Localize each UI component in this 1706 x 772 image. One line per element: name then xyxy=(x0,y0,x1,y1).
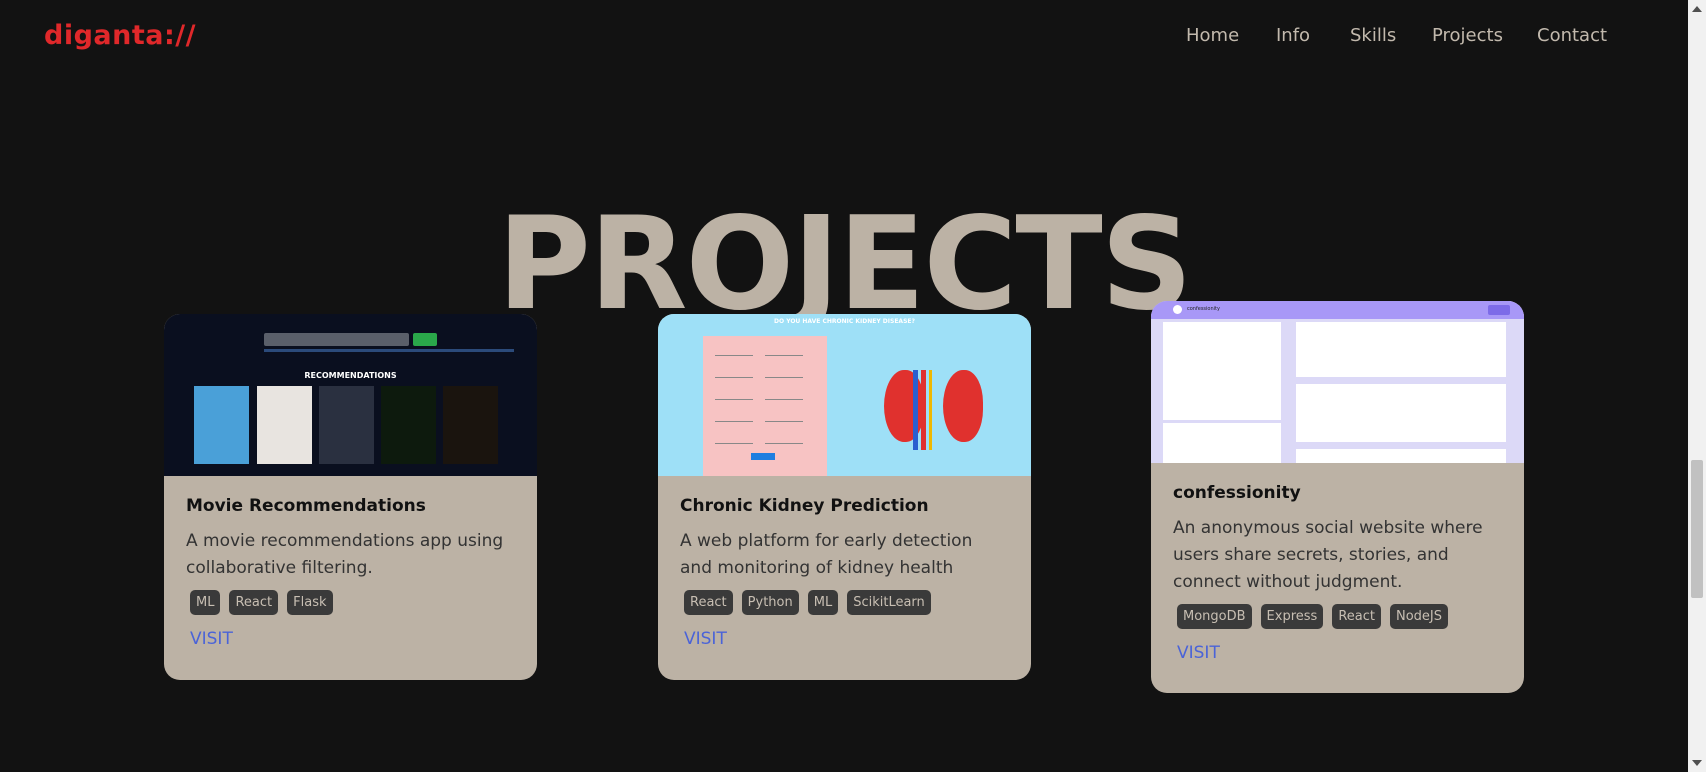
movie-poster xyxy=(319,386,374,464)
tag-badge: React xyxy=(684,590,733,615)
confess-signup-button xyxy=(1488,305,1510,315)
movie-poster xyxy=(257,386,312,464)
tag-badge: ML xyxy=(807,590,839,615)
project-description: An anonymous social website where users … xyxy=(1173,518,1483,592)
form-field xyxy=(715,414,753,422)
project-tags: React Python ML ScikitLearn xyxy=(684,590,1009,615)
project-card-movie: RECOMMENDATIONS Movie Recommendations A … xyxy=(164,314,537,680)
form-field xyxy=(715,348,753,356)
scroll-up-arrow-icon[interactable] xyxy=(1692,6,1702,12)
site-logo[interactable]: diganta:// xyxy=(44,20,196,51)
kidney-heading: DO YOU HAVE CHRONIC KIDNEY DISEASE? xyxy=(774,318,915,325)
project-title: Chronic Kidney Prediction xyxy=(680,496,929,516)
tag-badge: Python xyxy=(741,590,799,615)
scroll-down-arrow-icon[interactable] xyxy=(1692,760,1702,766)
project-thumbnail-kidney: DO YOU HAVE CHRONIC KIDNEY DISEASE? xyxy=(658,314,1031,476)
nav-contact[interactable]: Contact xyxy=(1537,25,1607,46)
tag-badge: React xyxy=(1332,604,1381,629)
confess-feed-item xyxy=(1296,384,1506,442)
tag-badge: Flask xyxy=(287,590,333,615)
tag-badge: NodeJS xyxy=(1389,604,1448,629)
nav-home[interactable]: Home xyxy=(1186,25,1239,46)
kidney-form xyxy=(703,336,827,476)
project-thumbnail-confessionity: confessionity xyxy=(1151,301,1524,463)
vessel xyxy=(921,370,926,450)
project-description: A web platform for early detection and m… xyxy=(680,531,973,578)
kidney-left-illustration xyxy=(884,370,924,442)
nav-projects[interactable]: Projects xyxy=(1432,25,1503,46)
tag-badge: Express xyxy=(1260,604,1324,629)
project-card-kidney: DO YOU HAVE CHRONIC KIDNEY DISEASE? Chro… xyxy=(658,314,1031,680)
tag-badge: React xyxy=(229,590,279,615)
movie-search-field xyxy=(264,333,409,346)
vessel xyxy=(913,370,918,450)
project-card-confessionity: confessionity confessionity An anonymous… xyxy=(1151,301,1524,693)
project-description: A movie recommendations app using collab… xyxy=(186,531,504,578)
confess-groups-panel xyxy=(1163,322,1281,420)
project-tags: MongoDB Express React NodeJS xyxy=(1177,604,1502,629)
project-tags: ML React Flask xyxy=(190,590,515,615)
tag-badge: ScikitLearn xyxy=(847,590,931,615)
form-field xyxy=(765,414,803,422)
movie-poster xyxy=(381,386,436,464)
kidney-submit xyxy=(751,453,775,460)
form-field xyxy=(715,370,753,378)
form-field xyxy=(765,348,803,356)
visit-link[interactable]: VISIT xyxy=(1177,643,1220,663)
scrollbar-thumb[interactable] xyxy=(1691,460,1703,598)
visit-link[interactable]: VISIT xyxy=(684,629,727,649)
movie-poster xyxy=(194,386,249,464)
confess-logo-icon xyxy=(1173,305,1182,314)
kidney-right-illustration xyxy=(943,370,983,442)
project-title: Movie Recommendations xyxy=(186,496,426,516)
movie-recommendations-heading: RECOMMENDATIONS xyxy=(304,371,397,380)
page-scrollbar[interactable] xyxy=(1688,0,1706,772)
project-title: confessionity xyxy=(1173,483,1301,503)
movie-hint-line xyxy=(264,349,514,352)
form-field xyxy=(715,392,753,400)
form-field xyxy=(765,392,803,400)
confess-feed-item xyxy=(1296,449,1506,463)
confess-post-box xyxy=(1296,322,1506,377)
visit-link[interactable]: VISIT xyxy=(190,629,233,649)
nav-info[interactable]: Info xyxy=(1276,25,1310,46)
project-thumbnail-movie: RECOMMENDATIONS xyxy=(164,314,537,476)
movie-search-button xyxy=(413,333,437,346)
movie-poster xyxy=(443,386,498,464)
confess-brand: confessionity xyxy=(1187,306,1220,312)
form-field xyxy=(765,370,803,378)
tag-badge: ML xyxy=(190,590,221,615)
form-field xyxy=(715,436,753,444)
form-field xyxy=(765,436,803,444)
main-nav: Home Info Skills Projects Contact xyxy=(1186,25,1607,46)
tag-badge: MongoDB xyxy=(1177,604,1252,629)
confess-topics-panel xyxy=(1163,423,1281,463)
nav-skills[interactable]: Skills xyxy=(1350,25,1396,46)
vessel xyxy=(929,370,932,450)
